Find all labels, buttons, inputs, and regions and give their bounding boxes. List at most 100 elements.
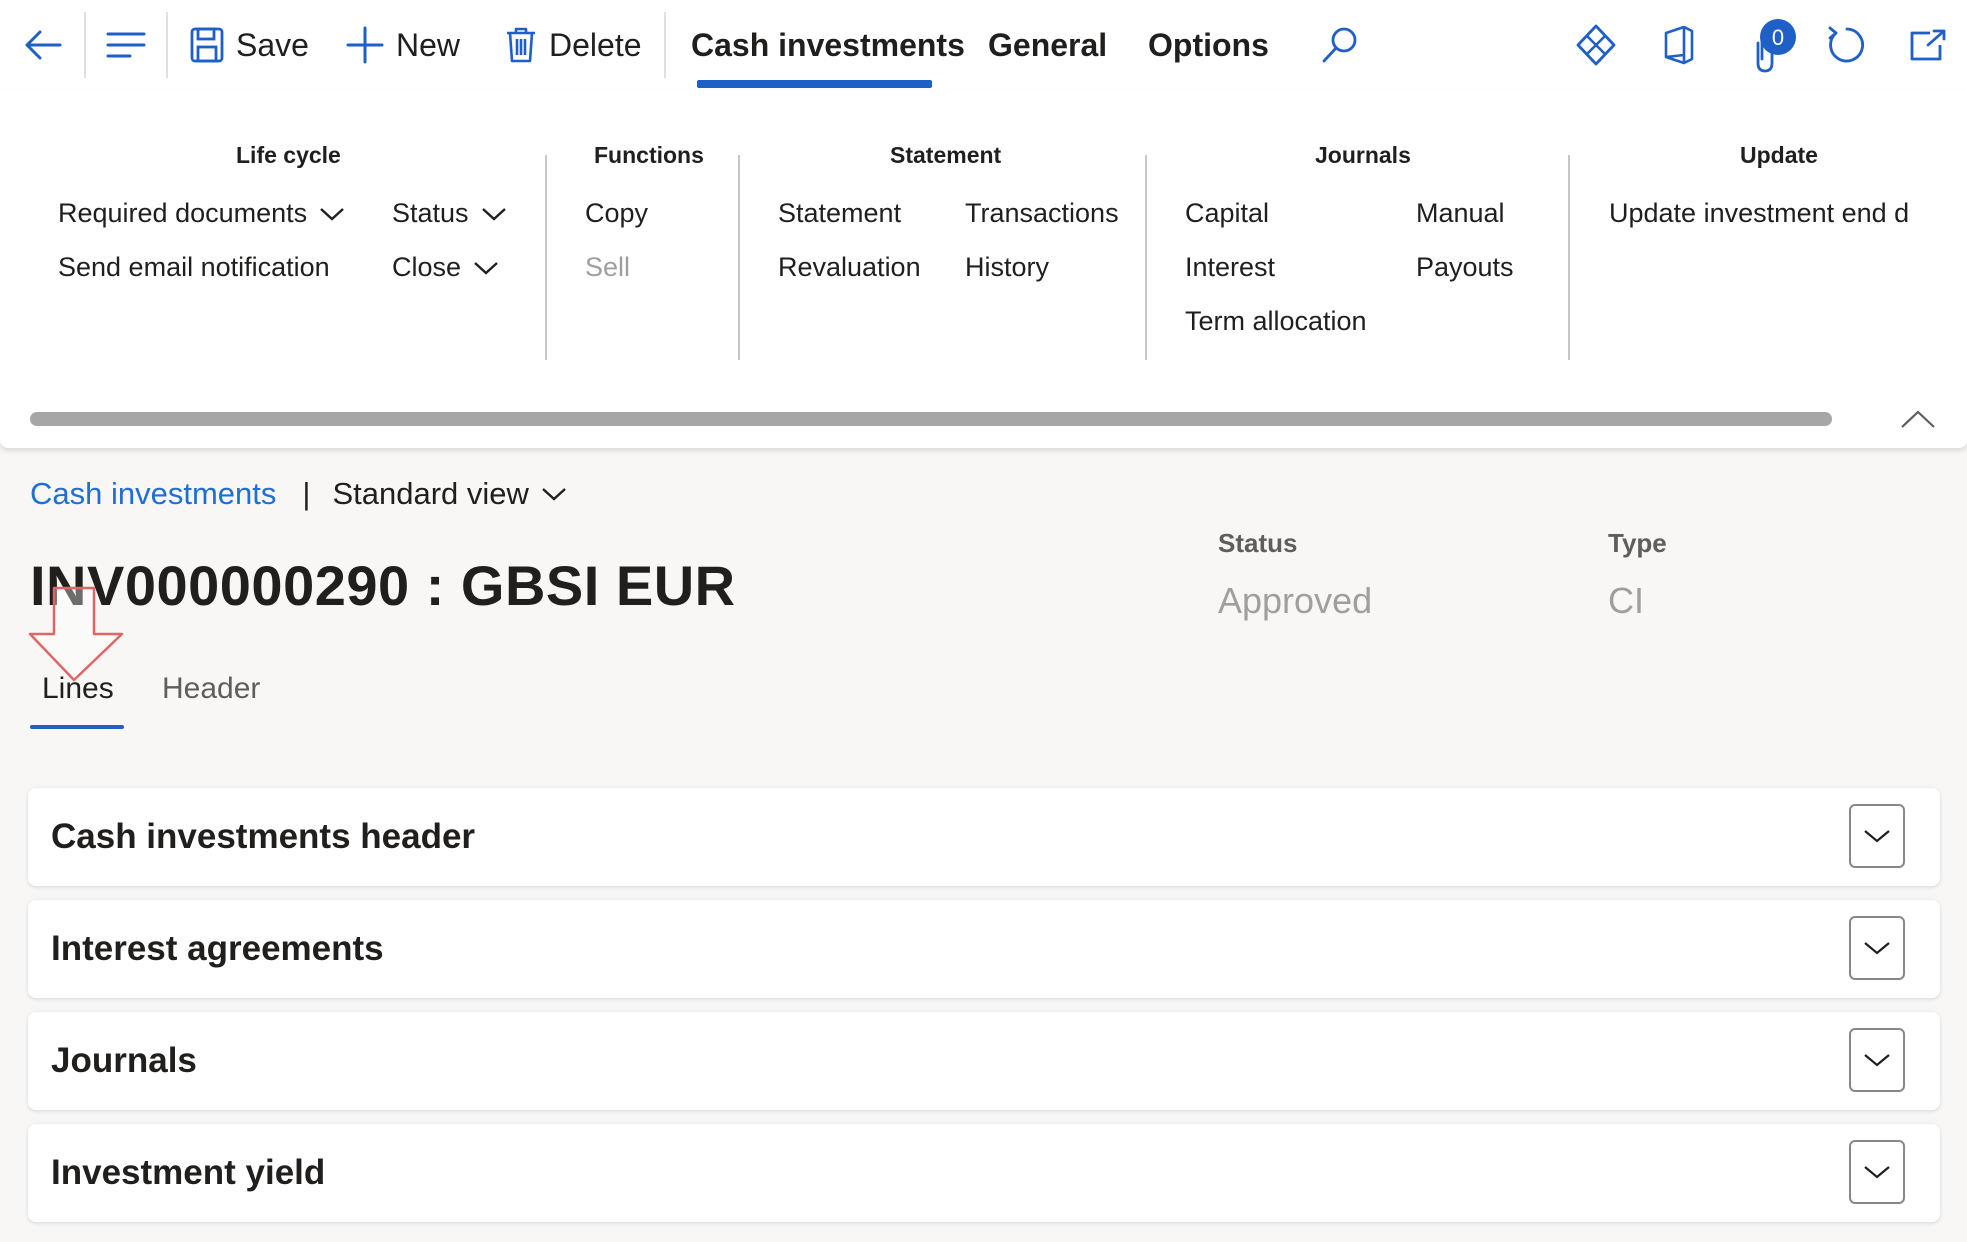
paperclip-icon: 0 bbox=[1756, 19, 1796, 73]
payouts-label: Payouts bbox=[1416, 252, 1514, 282]
close-menu-label: Close bbox=[392, 252, 462, 282]
search-icon bbox=[1322, 27, 1357, 63]
chevron-down-icon bbox=[481, 207, 506, 221]
chevron-down-icon bbox=[320, 207, 344, 221]
tab-options[interactable]: Options bbox=[1148, 0, 1269, 90]
plus-icon bbox=[346, 26, 384, 64]
group-divider bbox=[1568, 155, 1570, 360]
send-email-notification-label: Send email notification bbox=[58, 252, 330, 282]
group-divider bbox=[1145, 155, 1147, 360]
capital-label: Capital bbox=[1185, 198, 1270, 228]
manual-label: Manual bbox=[1416, 198, 1505, 228]
required-documents-label: Required documents bbox=[58, 198, 308, 228]
sell-button[interactable]: Sell bbox=[585, 252, 630, 283]
breadcrumb-link-cash-investments[interactable]: Cash investments bbox=[30, 476, 276, 512]
save-button[interactable]: Save bbox=[190, 0, 309, 90]
chevron-down-icon bbox=[1864, 1166, 1890, 1179]
annotation-arrow-icon bbox=[28, 586, 124, 682]
group-title-journals: Journals bbox=[1315, 142, 1411, 168]
manual-button[interactable]: Manual bbox=[1416, 198, 1505, 229]
open-new-window-button[interactable] bbox=[1908, 0, 1948, 90]
fasttab-title: Cash investments header bbox=[51, 817, 476, 856]
expand-button[interactable] bbox=[1849, 916, 1905, 980]
refresh-button[interactable] bbox=[1826, 0, 1868, 90]
delete-label: Delete bbox=[549, 26, 642, 63]
save-label: Save bbox=[236, 26, 309, 63]
attachments-button[interactable]: 0 bbox=[1750, 0, 1810, 90]
toolbar-divider bbox=[84, 12, 86, 78]
update-investment-end-date-button[interactable]: Update investment end d bbox=[1609, 198, 1909, 229]
back-button[interactable] bbox=[22, 0, 64, 90]
interest-label: Interest bbox=[1185, 252, 1276, 282]
tab-header[interactable]: Header bbox=[162, 672, 260, 706]
copy-button[interactable]: Copy bbox=[585, 198, 648, 229]
expand-button[interactable] bbox=[1849, 1028, 1905, 1092]
copy-label: Copy bbox=[585, 198, 649, 228]
fasttab-interest-agreements[interactable]: Interest agreements bbox=[28, 900, 1940, 998]
toolbar-divider bbox=[166, 12, 168, 78]
navigation-menu-button[interactable] bbox=[106, 0, 146, 90]
power-apps-icon bbox=[1576, 24, 1616, 66]
refresh-icon bbox=[1828, 26, 1864, 63]
history-button[interactable]: History bbox=[965, 252, 1049, 283]
status-menu-label: Status bbox=[392, 198, 469, 228]
back-arrow-icon bbox=[25, 30, 62, 60]
send-email-notification-button[interactable]: Send email notification bbox=[58, 252, 330, 283]
chevron-down-icon bbox=[1864, 1054, 1890, 1067]
power-apps-button[interactable] bbox=[1576, 0, 1616, 90]
history-label: History bbox=[965, 252, 1050, 282]
breadcrumb: Cash investments | Standard view bbox=[30, 476, 567, 512]
interest-button[interactable]: Interest bbox=[1185, 252, 1275, 283]
type-field-label: Type bbox=[1608, 528, 1667, 558]
chevron-up-icon bbox=[1901, 410, 1935, 428]
collapse-ribbon-button[interactable] bbox=[1900, 408, 1936, 435]
status-field-label: Status bbox=[1218, 528, 1298, 558]
transactions-label: Transactions bbox=[965, 198, 1119, 228]
transactions-button[interactable]: Transactions bbox=[965, 198, 1119, 229]
group-title-functions: Functions bbox=[594, 142, 704, 168]
fasttab-title: Interest agreements bbox=[51, 929, 384, 968]
office-icon bbox=[1664, 25, 1694, 65]
delete-button[interactable]: Delete bbox=[505, 0, 642, 90]
view-selector[interactable]: Standard view bbox=[332, 476, 566, 512]
capital-button[interactable]: Capital bbox=[1185, 198, 1269, 229]
chevron-down-icon bbox=[1864, 942, 1890, 955]
save-icon bbox=[190, 27, 224, 63]
fasttab-journals[interactable]: Journals bbox=[28, 1012, 1940, 1110]
status-field-value: Approved bbox=[1218, 580, 1373, 621]
type-field-value: CI bbox=[1608, 580, 1644, 621]
chevron-down-icon bbox=[542, 488, 566, 501]
expand-button[interactable] bbox=[1849, 804, 1905, 868]
close-menu[interactable]: Close bbox=[392, 252, 499, 283]
group-title-update: Update bbox=[1740, 142, 1818, 168]
term-allocation-button[interactable]: Term allocation bbox=[1185, 306, 1367, 337]
new-label: New bbox=[396, 26, 461, 63]
ribbon-horizontal-scrollbar[interactable] bbox=[30, 412, 1832, 426]
trash-icon bbox=[507, 27, 535, 63]
page-title: INV000000290 : GBSI EUR bbox=[30, 554, 736, 617]
fasttab-title: Journals bbox=[51, 1041, 197, 1080]
action-pane-ribbon: Life cycle Required documents Send email… bbox=[0, 90, 1967, 448]
status-menu[interactable]: Status bbox=[392, 198, 507, 229]
group-divider bbox=[738, 155, 740, 360]
active-tab-indicator bbox=[697, 80, 932, 88]
office-button[interactable] bbox=[1662, 0, 1696, 90]
expand-button[interactable] bbox=[1849, 1140, 1905, 1204]
required-documents-menu[interactable]: Required documents bbox=[58, 198, 345, 229]
tab-cash-investments[interactable]: Cash investments bbox=[691, 0, 965, 90]
revaluation-button[interactable]: Revaluation bbox=[778, 252, 921, 283]
term-allocation-label: Term allocation bbox=[1185, 306, 1367, 336]
statement-button[interactable]: Statement bbox=[778, 198, 901, 229]
new-button[interactable]: New bbox=[346, 0, 460, 90]
group-divider bbox=[545, 155, 547, 360]
search-button[interactable] bbox=[1320, 0, 1360, 90]
chevron-down-icon bbox=[1864, 830, 1890, 843]
tab-general[interactable]: General bbox=[988, 0, 1107, 90]
fasttab-investment-yield[interactable]: Investment yield bbox=[28, 1124, 1940, 1222]
sell-label: Sell bbox=[585, 252, 631, 282]
fasttab-cash-investments-header[interactable]: Cash investments header bbox=[28, 788, 1940, 886]
group-title-life-cycle: Life cycle bbox=[236, 142, 341, 168]
statement-label: Statement bbox=[778, 198, 902, 228]
toolbar-divider bbox=[664, 12, 666, 78]
payouts-button[interactable]: Payouts bbox=[1416, 252, 1514, 283]
